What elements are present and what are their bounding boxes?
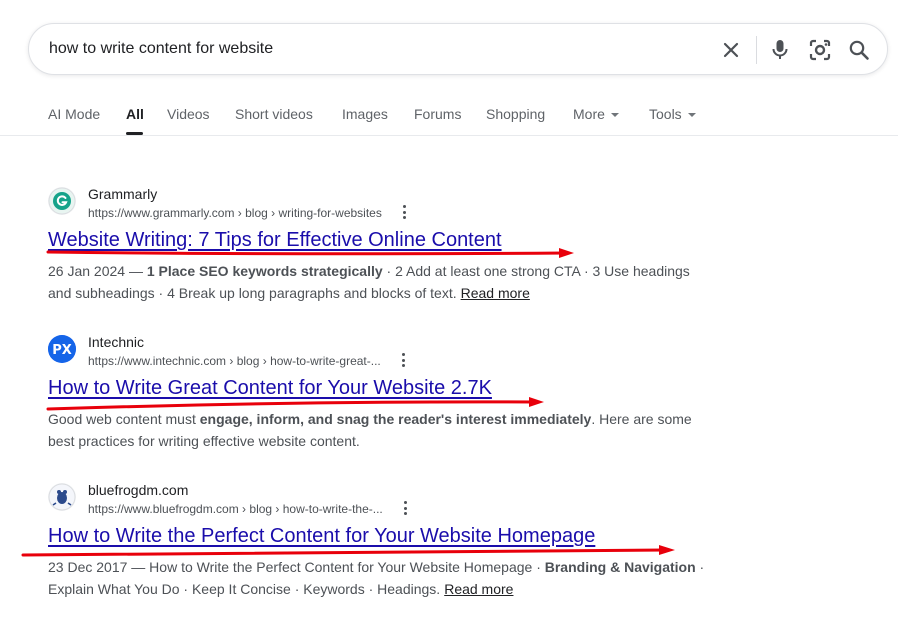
tab-more[interactable]: More [573,106,619,122]
more-vert-icon[interactable] [398,204,410,220]
result-site-name[interactable]: Intechnic [88,334,144,350]
snippet-bold: 1 Place SEO keywords strategically [146,263,383,279]
tab-images[interactable]: Images [342,106,388,122]
search-input[interactable]: how to write content for website [49,40,273,58]
snippet-date: 26 Jan 2024 — [48,263,147,279]
tab-tools[interactable]: Tools [649,106,696,122]
result-url[interactable]: https://www.grammarly.com › blog › writi… [88,206,382,220]
snippet-date: 23 Dec 2017 — [48,559,150,575]
more-vert-icon[interactable] [399,500,411,516]
snippet-bold: Branding & Navigation [544,559,696,575]
close-icon[interactable] [718,37,744,63]
chevron-down-icon [610,113,619,118]
snippet-bold: engage, inform, and snag the reader's in… [199,411,592,427]
result-snippet: Good web content must engage, inform, an… [48,408,708,452]
result-site-name[interactable]: Grammarly [88,186,157,202]
search-bar[interactable]: how to write content for website [28,23,888,75]
camera-lens-icon[interactable] [807,37,833,63]
tab-more-label: More [573,106,605,122]
snippet-text: Good web content must [48,411,200,427]
tab-shopping[interactable]: Shopping [486,106,545,122]
tab-tools-label: Tools [649,106,682,122]
microphone-icon[interactable] [767,37,793,63]
tab-short-videos[interactable]: Short videos [235,106,313,122]
result-title-link[interactable]: How to Write the Perfect Content for You… [48,524,595,548]
tab-ai-mode[interactable]: AI Mode [48,106,100,122]
chevron-down-icon [687,113,696,118]
tabs-divider [0,135,898,136]
grammarly-favicon-icon[interactable] [48,187,76,215]
tab-all[interactable]: All [126,106,144,122]
result-title-link[interactable]: Website Writing: 7 Tips for Effective On… [48,228,502,252]
snippet-text: How to Write the Perfect Content for You… [149,559,545,575]
svg-text:PX: PX [52,343,72,358]
tab-videos[interactable]: Videos [167,106,210,122]
result-url[interactable]: https://www.intechnic.com › blog › how-t… [88,354,381,368]
result-site-name[interactable]: bluefrogdm.com [88,482,188,498]
intechnic-favicon-icon[interactable]: PX [48,335,76,363]
tab-forums[interactable]: Forums [414,106,461,122]
result-snippet: 26 Jan 2024 — 1 Place SEO keywords strat… [48,260,708,304]
search-bar-divider [756,36,757,64]
result-snippet: 23 Dec 2017 — How to Write the Perfect C… [48,556,708,600]
more-vert-icon[interactable] [397,352,409,368]
result-url[interactable]: https://www.bluefrogdm.com › blog › how-… [88,502,383,516]
read-more-link[interactable]: Read more [461,285,530,301]
read-more-link[interactable]: Read more [444,581,513,597]
search-icon[interactable] [846,37,872,63]
bluefrog-favicon-icon[interactable] [48,483,76,511]
active-tab-indicator [126,132,143,135]
result-title-link[interactable]: How to Write Great Content for Your Webs… [48,376,492,400]
